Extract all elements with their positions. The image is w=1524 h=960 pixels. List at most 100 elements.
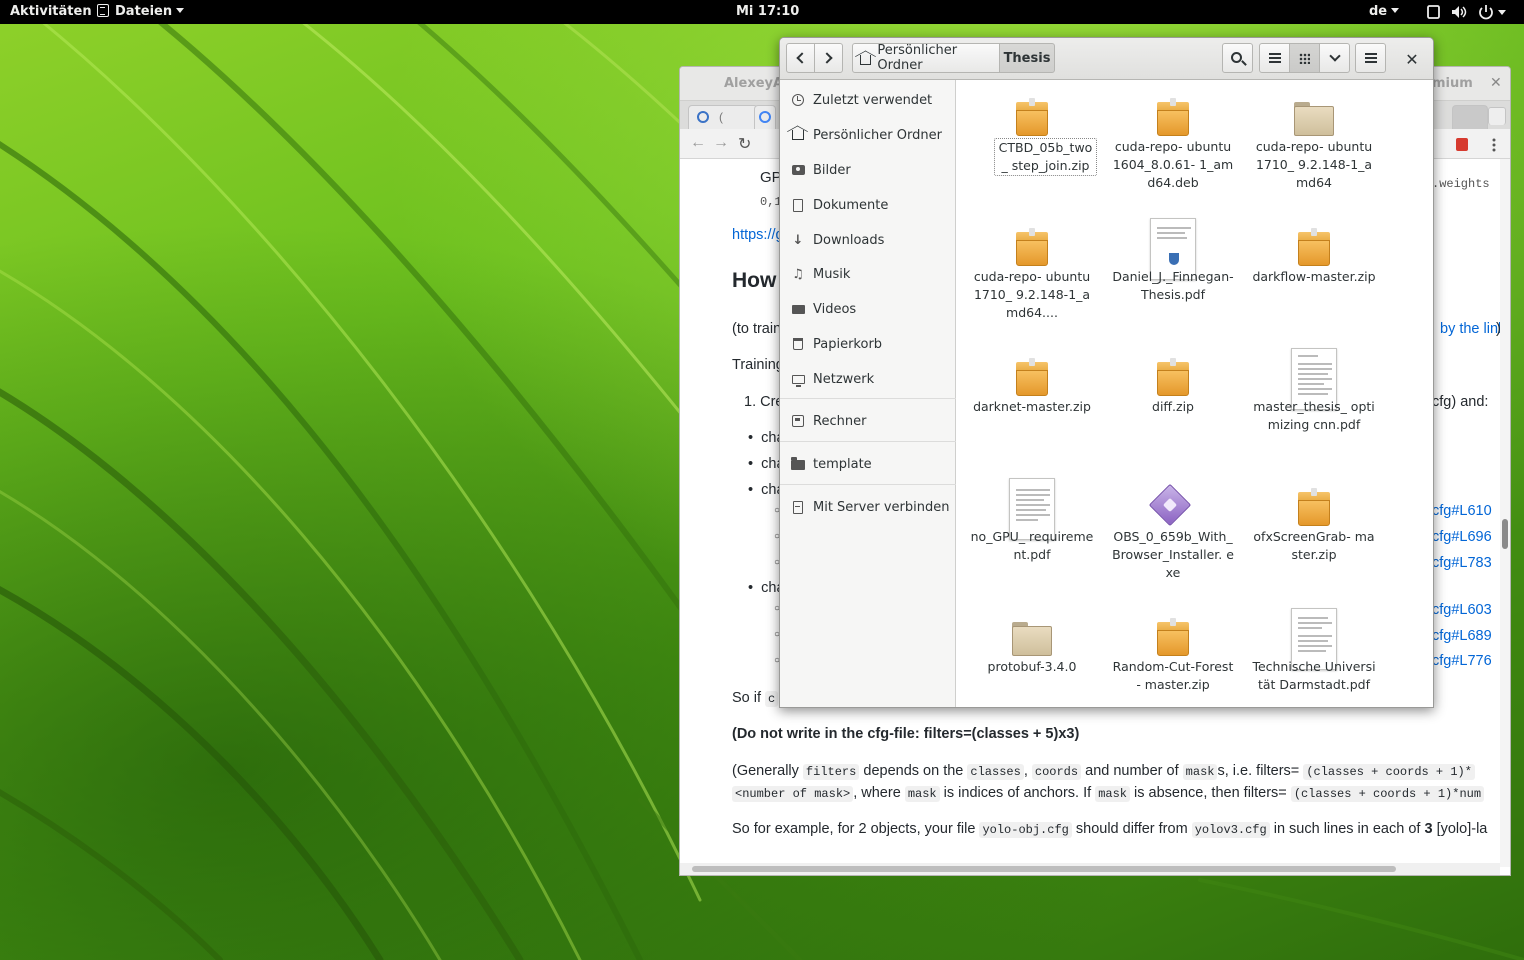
- trash-icon: [791, 337, 805, 351]
- home-icon: [860, 54, 872, 65]
- chevron-right-icon: [821, 52, 833, 64]
- path-bar-current[interactable]: Thesis: [999, 43, 1055, 73]
- emphasis-text: (Do not write in the cfg-file: filters=(…: [732, 726, 1080, 742]
- music-icon: ♫: [792, 266, 804, 282]
- pdf-thumbnail-icon: [1290, 348, 1338, 410]
- file-grid: CTBD_05b_two_ step_join.zip cuda-repo- u…: [957, 80, 1433, 707]
- sidebar-item-computer[interactable]: Rechner: [780, 406, 956, 436]
- clock[interactable]: Mi 17:10: [736, 0, 799, 24]
- grid-view-icon: [1299, 52, 1310, 64]
- file-item[interactable]: OBS_0_659b_With_ Browser_Installer. exe: [1111, 476, 1235, 600]
- forward-arrow-icon[interactable]: →: [713, 134, 729, 152]
- sidebar-item-trash[interactable]: Papierkorb: [780, 329, 956, 359]
- file-item[interactable]: ofxScreenGrab- master.zip: [1252, 476, 1376, 600]
- page-link[interactable]: cfg#L783: [1432, 555, 1492, 571]
- scrollbar-thumb[interactable]: [692, 866, 1396, 872]
- browser-tab[interactable]: (: [688, 105, 758, 129]
- keyboard-layout-indicator[interactable]: de: [1369, 0, 1400, 24]
- browser-tab[interactable]: [754, 105, 776, 129]
- extension-icons[interactable]: [1428, 136, 1498, 154]
- profile-icon[interactable]: [1488, 107, 1506, 125]
- file-item[interactable]: diff.zip: [1111, 346, 1235, 470]
- browser-horizontal-scrollbar[interactable]: [680, 863, 1500, 875]
- file-name: Daniel_J._Finnegan- Thesis.pdf: [1112, 269, 1234, 302]
- file-item[interactable]: Technische Universität Darmstadt.pdf: [1252, 606, 1376, 707]
- sidebar-item-label: Downloads: [813, 232, 885, 248]
- server-icon: [791, 500, 805, 514]
- power-icon: [1479, 5, 1493, 20]
- sidebar-item-pictures[interactable]: Bilder: [780, 155, 956, 185]
- sidebar-item-network[interactable]: Netzwerk: [780, 364, 956, 394]
- archive-icon: [1290, 224, 1338, 272]
- dropdown-arrow-icon: [1498, 10, 1506, 15]
- back-arrow-icon[interactable]: ←: [690, 134, 706, 152]
- sidebar-item-videos[interactable]: Videos: [780, 294, 956, 324]
- header-bar[interactable]: Persönlicher Ordner Thesis ✕: [780, 38, 1433, 80]
- page-link[interactable]: by the link: [1440, 321, 1500, 337]
- folder-icon: [1008, 614, 1056, 662]
- back-button[interactable]: [786, 43, 815, 73]
- system-menu[interactable]: [1426, 0, 1522, 24]
- archive-icon: [1008, 354, 1056, 402]
- file-item[interactable]: cuda-repo- ubuntu1604_8.0.61- 1_amd64.de…: [1111, 86, 1235, 210]
- page-link[interactable]: cfg#L610: [1432, 503, 1492, 519]
- path-current-label: Thesis: [1003, 50, 1051, 66]
- view-options-button[interactable]: [1319, 43, 1350, 73]
- list-view-button[interactable]: [1259, 43, 1290, 73]
- page-link[interactable]: cfg#L696: [1432, 529, 1492, 545]
- sidebar-item-recent[interactable]: Zuletzt verwendet: [780, 85, 956, 115]
- sidebar-item-home[interactable]: Persönlicher Ordner: [780, 120, 956, 150]
- reload-icon[interactable]: ↻: [738, 134, 751, 154]
- page-link[interactable]: cfg#L776: [1432, 653, 1492, 669]
- folder-icon: [1290, 94, 1338, 142]
- search-button[interactable]: [1222, 43, 1253, 73]
- new-tab-button[interactable]: [1452, 105, 1488, 129]
- sidebar-item-template[interactable]: template: [780, 449, 956, 479]
- hamburger-icon: [1364, 53, 1377, 63]
- sidebar-item-documents[interactable]: Dokumente: [780, 190, 956, 220]
- menu-button[interactable]: [1355, 43, 1386, 73]
- grid-view-button[interactable]: [1289, 43, 1320, 73]
- file-item[interactable]: darkflow-master.zip: [1252, 216, 1376, 340]
- file-item[interactable]: CTBD_05b_two_ step_join.zip: [970, 86, 1097, 210]
- browser-vertical-scrollbar[interactable]: [1500, 159, 1510, 867]
- activities-button[interactable]: Aktivitäten: [10, 0, 92, 24]
- page-text: Training: [732, 357, 784, 373]
- sidebar-item-connect-server[interactable]: Mit Server verbinden: [780, 492, 956, 522]
- forward-button[interactable]: [814, 43, 843, 73]
- close-button[interactable]: ✕: [1400, 47, 1424, 71]
- file-item[interactable]: master_thesis_ optimizing cnn.pdf: [1252, 346, 1376, 470]
- page-code: .weights: [1432, 177, 1490, 191]
- page-link[interactable]: cfg#L603: [1432, 602, 1492, 618]
- sidebar-item-label: Dokumente: [813, 197, 889, 213]
- sidebar-separator: [780, 398, 956, 399]
- dropdown-arrow-icon: [1391, 8, 1400, 13]
- file-item[interactable]: darknet-master.zip: [970, 346, 1094, 470]
- folder-item[interactable]: cuda-repo- ubuntu1710_ 9.2.148-1_amd64: [1252, 86, 1376, 210]
- folder-item[interactable]: protobuf-3.4.0: [970, 606, 1094, 707]
- page-link[interactable]: https://g: [732, 227, 784, 243]
- sidebar-item-music[interactable]: ♫ Musik: [780, 259, 956, 289]
- file-name: diff.zip: [1152, 399, 1194, 414]
- scrollbar-thumb[interactable]: [1502, 519, 1508, 549]
- file-item[interactable]: cuda-repo- ubuntu1710_ 9.2.148-1_amd64..…: [970, 216, 1094, 340]
- sidebar-item-downloads[interactable]: ↓ Downloads: [780, 225, 956, 255]
- page-paragraph: So for example, for 2 objects, your file…: [732, 821, 1488, 838]
- path-bar-home[interactable]: Persönlicher Ordner: [852, 43, 1000, 73]
- app-menu[interactable]: Dateien: [97, 0, 185, 24]
- archive-icon: [1149, 614, 1197, 662]
- file-item[interactable]: Daniel_J._Finnegan- Thesis.pdf: [1111, 216, 1235, 340]
- search-icon: [1231, 51, 1242, 63]
- pdf-thumbnail-icon: [1008, 478, 1056, 540]
- file-item[interactable]: Random-Cut-Forest- master.zip: [1111, 606, 1235, 707]
- file-name: protobuf-3.4.0: [987, 659, 1077, 674]
- file-item[interactable]: no_GPU_ requirement.pdf: [970, 476, 1094, 600]
- browser-close-button[interactable]: ✕: [1490, 74, 1502, 91]
- file-manager-window[interactable]: Persönlicher Ordner Thesis ✕ Zuletzt ver…: [779, 37, 1434, 708]
- package-icon: [1149, 94, 1197, 142]
- sidebar-item-label: Musik: [813, 266, 851, 282]
- folder-icon: [791, 457, 805, 471]
- page-link[interactable]: cfg#L689: [1432, 628, 1492, 644]
- pdf-thumbnail-icon: [1149, 218, 1197, 280]
- computer-icon: [791, 414, 805, 428]
